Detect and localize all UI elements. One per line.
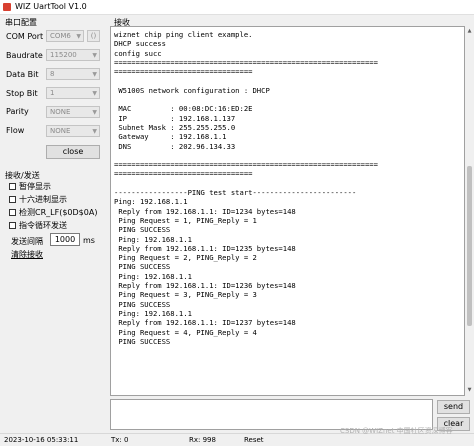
status-datetime: 2023-10-16 05:33:11 — [4, 436, 79, 444]
send-interval-label: 发送间隔 — [11, 237, 43, 246]
receive-scrollbar[interactable]: ▲ ▼ — [465, 26, 474, 396]
com-port-select[interactable]: COM6 ▼ — [46, 30, 84, 42]
receive-content: wiznet chip ping client example. DHCP su… — [114, 30, 378, 346]
crlf-detect-checkbox[interactable]: 检测CR_LF($0D$0A) — [9, 207, 97, 217]
scroll-thumb[interactable] — [467, 166, 472, 326]
checkbox-icon — [9, 222, 16, 229]
flow-label: Flow — [6, 126, 25, 135]
scroll-down-icon[interactable]: ▼ — [465, 387, 474, 393]
rx-count: Rx: 998 — [189, 436, 216, 444]
watermark: CSDN @WIZnet 中国社区资深博客 — [340, 427, 453, 435]
loop-send-checkbox[interactable]: 指令循环发送 — [9, 220, 67, 230]
chevron-down-icon: ▼ — [92, 71, 97, 78]
chevron-down-icon: ▼ — [92, 109, 97, 116]
parity-select[interactable]: NONE ▼ — [46, 106, 100, 118]
app-icon — [3, 3, 11, 11]
clear-receive-link[interactable]: 清除接收 — [11, 249, 43, 260]
com-port-label: COM Port — [6, 32, 44, 41]
chevron-down-icon: ▼ — [92, 52, 97, 59]
scroll-up-icon[interactable]: ▲ — [465, 28, 474, 34]
refresh-ports-button[interactable]: () — [87, 30, 100, 42]
checkbox-icon — [9, 196, 16, 203]
hex-display-checkbox[interactable]: 十六进制显示 — [9, 194, 67, 204]
baudrate-label: Baudrate — [6, 51, 43, 60]
tx-count: Tx: 0 — [111, 436, 129, 444]
chevron-down-icon: ▼ — [92, 90, 97, 97]
serial-config-label: 串口配置 — [5, 18, 37, 27]
pause-display-checkbox[interactable]: 暂停显示 — [9, 181, 51, 191]
recv-send-label: 接收/发送 — [5, 171, 40, 180]
send-button[interactable]: send — [437, 400, 470, 414]
title-bar: WIZ UartTool V1.0 — [0, 0, 474, 15]
send-interval-input[interactable]: 1000 — [50, 233, 80, 246]
data-bit-select[interactable]: 8 ▼ — [46, 68, 100, 80]
parity-label: Parity — [6, 107, 29, 116]
baudrate-select[interactable]: 115200 ▼ — [46, 49, 100, 61]
window-title: WIZ UartTool V1.0 — [15, 2, 87, 11]
checkbox-icon — [9, 209, 16, 216]
reset-button[interactable]: Reset — [244, 436, 264, 444]
flow-select[interactable]: NONE ▼ — [46, 125, 100, 137]
close-port-button[interactable]: close — [46, 145, 100, 159]
chevron-down-icon: ▼ — [76, 33, 81, 40]
send-interval-unit: ms — [83, 236, 95, 245]
checkbox-icon — [9, 183, 16, 190]
chevron-down-icon: ▼ — [92, 128, 97, 135]
data-bit-label: Data Bit — [6, 70, 39, 79]
receive-textarea[interactable]: wiznet chip ping client example. DHCP su… — [110, 26, 465, 396]
stop-bit-select[interactable]: 1 ▼ — [46, 87, 100, 99]
stop-bit-label: Stop Bit — [6, 89, 38, 98]
